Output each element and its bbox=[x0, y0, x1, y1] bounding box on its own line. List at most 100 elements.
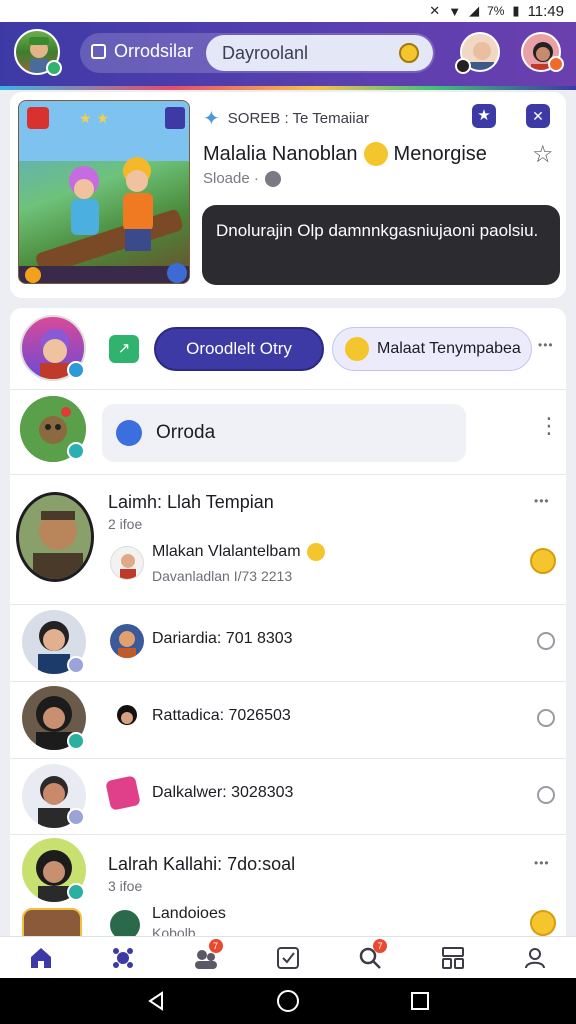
smirk-emoji-icon bbox=[345, 337, 369, 361]
favorite-icon[interactable]: ★ bbox=[472, 104, 496, 128]
feed-sub-name-row: Mlakan Vlalantelbam bbox=[152, 543, 325, 561]
check-badge-icon bbox=[67, 808, 85, 826]
primary-chip-label: Oroodlelt Otry bbox=[186, 339, 292, 358]
messenger-icon bbox=[116, 420, 142, 446]
featured-bubble-text: Dnolurajin Olp damnnkgasniujaoni paolsiu… bbox=[216, 221, 539, 240]
alert-badge-icon bbox=[548, 56, 564, 72]
no-sim-icon: ✕ bbox=[429, 3, 441, 18]
divider bbox=[10, 604, 566, 605]
star-outline-icon[interactable]: ☆ bbox=[532, 140, 554, 169]
feed-meta: 3 ifoe bbox=[108, 878, 143, 894]
clock-icon[interactable] bbox=[399, 43, 419, 63]
profile-icon bbox=[524, 947, 545, 968]
laugh-reaction-icon[interactable] bbox=[530, 910, 556, 936]
nav-people[interactable]: 7 bbox=[165, 937, 247, 978]
more-options-icon[interactable]: ••• bbox=[534, 856, 550, 870]
feed-name[interactable]: Dariardia: 701 8303 bbox=[152, 630, 293, 648]
feed-name[interactable]: Dalkalwer: 3028303 bbox=[152, 784, 293, 802]
smile-emoji-icon bbox=[306, 543, 325, 561]
system-nav-bar bbox=[0, 978, 576, 1024]
composer-input-value: Orroda bbox=[156, 422, 216, 443]
laugh-reaction-icon[interactable] bbox=[530, 548, 556, 574]
feed-name[interactable]: Rattadica: 7026503 bbox=[152, 707, 291, 725]
composer-card bbox=[10, 308, 566, 938]
link-chip-icon[interactable]: ↗ bbox=[109, 335, 139, 363]
divider bbox=[10, 681, 566, 682]
signal-icon: ◢ bbox=[469, 3, 480, 18]
tag-icon[interactable] bbox=[105, 775, 141, 811]
online-badge-icon bbox=[46, 60, 62, 76]
verified-badge-icon bbox=[67, 442, 85, 460]
feed-sub-avatar[interactable] bbox=[110, 546, 144, 580]
composer-kebab-icon[interactable]: ⋮ bbox=[538, 415, 560, 437]
featured-meta: Sloade · bbox=[203, 170, 259, 187]
featured-meta-row: Sloade · bbox=[203, 170, 281, 187]
featured-title-row: Malalia Nanoblan Menorgise bbox=[203, 142, 487, 166]
grin-emoji-icon bbox=[363, 142, 388, 166]
header-stripe bbox=[0, 86, 576, 90]
nav-profile[interactable] bbox=[494, 937, 576, 978]
divider bbox=[10, 474, 566, 475]
back-icon[interactable] bbox=[145, 990, 167, 1012]
search-badge: 7 bbox=[373, 939, 388, 953]
nav-home[interactable] bbox=[0, 937, 82, 978]
verified-badge-icon bbox=[67, 361, 85, 379]
share-icon[interactable]: ✕ bbox=[526, 104, 550, 128]
divider bbox=[10, 758, 566, 759]
secondary-chip-label: Malaat Tenympabea bbox=[377, 340, 521, 357]
battery-icon: ▮ bbox=[512, 3, 520, 18]
sparkle-icon: ✦ bbox=[203, 108, 220, 130]
check-badge-icon bbox=[67, 656, 85, 674]
select-radio[interactable] bbox=[537, 786, 555, 804]
featured-bubble: Dnolurajin Olp damnnkgasniujaoni paolsiu… bbox=[202, 205, 560, 285]
divider bbox=[10, 389, 566, 390]
more-options-icon[interactable]: ••• bbox=[538, 338, 554, 352]
status-bar: ✕ ▼ ◢ 7% ▮ 11:49 bbox=[0, 0, 576, 22]
feed-sub-name: Mlakan Vlalantelbam bbox=[152, 543, 301, 560]
feed-name[interactable]: Laimh: Llah Tempian bbox=[108, 492, 274, 513]
check-badge-icon bbox=[67, 732, 85, 750]
check-badge-icon bbox=[67, 883, 85, 901]
feed-sub-avatar[interactable] bbox=[110, 624, 144, 658]
divider bbox=[10, 834, 566, 835]
featured-source-row: ✦ SOREB : Te Temaiiar bbox=[203, 106, 369, 131]
secondary-chip-button[interactable]: Malaat Tenympabea bbox=[332, 327, 532, 371]
checkbox-icon bbox=[276, 946, 299, 969]
more-options-icon[interactable]: ••• bbox=[534, 494, 550, 508]
feed-meta: 2 ifoe bbox=[108, 516, 143, 532]
wifi-icon: ▼ bbox=[448, 3, 462, 19]
nav-puzzle[interactable] bbox=[82, 937, 164, 978]
eye-badge-icon bbox=[455, 58, 471, 74]
nav-search[interactable]: 7 bbox=[329, 937, 411, 978]
home-circle-icon[interactable] bbox=[276, 989, 300, 1013]
featured-game-image[interactable]: ★ ★ bbox=[18, 100, 190, 284]
header-search-input[interactable]: Dayroolanl bbox=[206, 35, 433, 71]
svg-text:★ ★: ★ ★ bbox=[79, 111, 109, 127]
feed-avatar[interactable] bbox=[16, 492, 94, 582]
battery-text: 7% bbox=[487, 4, 505, 18]
select-radio[interactable] bbox=[537, 632, 555, 650]
featured-title: Malalia Nanoblan bbox=[203, 142, 358, 165]
feed-sub-name: Landoioes bbox=[152, 905, 226, 922]
header-search-value: Dayroolanl bbox=[222, 42, 309, 63]
square-icon bbox=[91, 44, 106, 59]
status-time: 11:49 bbox=[527, 2, 564, 20]
featured-title-suffix: Menorgise bbox=[393, 142, 487, 165]
primary-chip-button[interactable]: Oroodlelt Otry bbox=[154, 327, 324, 371]
feed-sub-meta: Davanladlan I/73 2213 bbox=[152, 568, 293, 584]
recents-icon[interactable] bbox=[409, 990, 431, 1012]
feed-sub-avatar[interactable] bbox=[110, 700, 144, 734]
header-title: Orrodsilar bbox=[114, 41, 194, 61]
featured-source: SOREB : Te Temaiiar bbox=[227, 110, 369, 127]
home-icon bbox=[31, 947, 52, 968]
bottom-nav: 7 7 bbox=[0, 936, 576, 978]
feed-name[interactable]: Lalrah Kallahi: 7do:soal bbox=[108, 854, 295, 875]
nav-tasks[interactable] bbox=[247, 937, 329, 978]
people-badge: 7 bbox=[208, 939, 223, 953]
header-title-group[interactable]: Orrodsilar bbox=[91, 41, 193, 62]
select-radio[interactable] bbox=[537, 709, 555, 727]
nav-dashboard[interactable] bbox=[411, 937, 493, 978]
composer-input[interactable]: Orroda bbox=[102, 404, 466, 462]
dashboard-icon bbox=[441, 946, 464, 969]
puzzle-icon bbox=[113, 947, 134, 968]
